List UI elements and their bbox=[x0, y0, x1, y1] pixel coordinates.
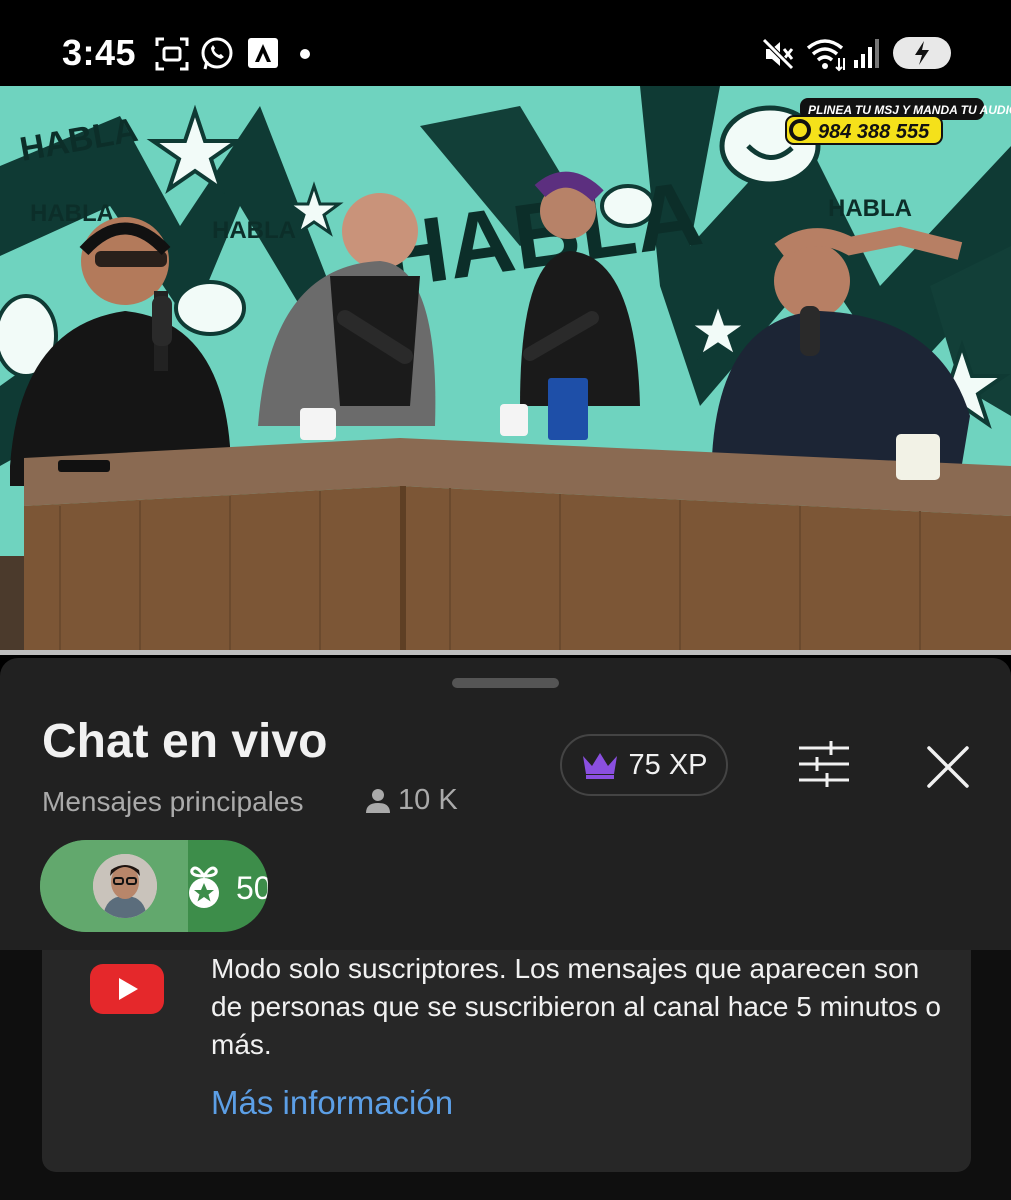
more-info-link[interactable]: Más información bbox=[211, 1084, 453, 1122]
svg-text:HABLA: HABLA bbox=[828, 195, 912, 222]
video-progress-bar[interactable] bbox=[0, 650, 1011, 655]
live-chat-panel: Chat en vivo Mensajes principales 10 K 7… bbox=[0, 658, 1011, 1200]
viewer-count: 10 K bbox=[364, 784, 458, 817]
whatsapp-icon bbox=[201, 37, 233, 70]
avatar bbox=[93, 854, 157, 918]
chat-messages-area: Modo solo suscriptores. Los mensajes que… bbox=[0, 950, 1011, 1200]
xp-label: 75 XP bbox=[628, 748, 708, 781]
svg-text:HABLA: HABLA bbox=[30, 200, 114, 227]
overlay-phone: 984 388 555 bbox=[818, 121, 930, 143]
status-bar: 3:45 bbox=[0, 0, 1011, 86]
screenshot-icon bbox=[155, 37, 189, 71]
overlay-caption: PLINEA TU MSJ Y MANDA TU AUDIO bbox=[808, 103, 1011, 117]
gift-membership-pill[interactable]: 50 bbox=[40, 840, 268, 932]
video-player[interactable]: HABLA HABLA HABLA HABLA HABLA PLINEA TU … bbox=[0, 86, 1011, 652]
subscribers-only-notice: Modo solo suscriptores. Los mensajes que… bbox=[42, 950, 971, 1172]
notice-text: Modo solo suscriptores. Los mensajes que… bbox=[211, 953, 941, 1060]
xp-chip[interactable]: 75 XP bbox=[560, 734, 728, 796]
viewer-count-label: 10 K bbox=[398, 784, 458, 816]
chat-title: Chat en vivo bbox=[42, 715, 328, 768]
youtube-icon bbox=[90, 964, 164, 1014]
status-time: 3:45 bbox=[62, 32, 137, 73]
mute-icon bbox=[762, 38, 794, 70]
signal-icon bbox=[854, 39, 879, 68]
svg-text:HABLA: HABLA bbox=[212, 217, 296, 244]
drag-handle[interactable] bbox=[452, 678, 559, 688]
battery-charging-icon bbox=[893, 37, 951, 69]
close-icon[interactable] bbox=[925, 744, 971, 790]
filter-settings-icon[interactable] bbox=[797, 740, 851, 788]
crown-icon bbox=[582, 753, 617, 779]
gift-count: 50 bbox=[236, 870, 268, 906]
app-notification-icon bbox=[248, 38, 278, 68]
wifi-icon bbox=[806, 39, 845, 72]
chat-mode-selector[interactable]: Mensajes principales bbox=[42, 786, 303, 818]
more-dot-icon bbox=[300, 49, 310, 59]
person-icon bbox=[366, 788, 390, 813]
gift-icon bbox=[189, 866, 219, 908]
